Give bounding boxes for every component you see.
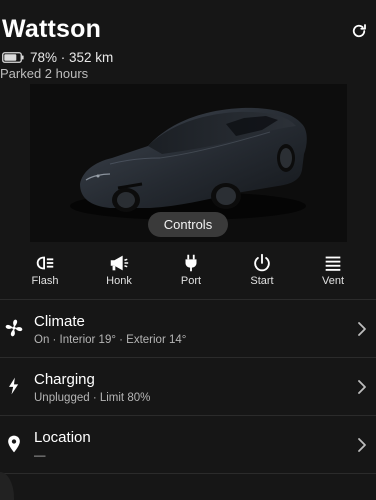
start-button[interactable]: Start (234, 248, 290, 296)
charge-plug-icon (185, 254, 197, 272)
lightning-icon (9, 377, 19, 395)
chevron-right-icon (358, 438, 366, 452)
charging-subtitle: Unplugged · Limit 80% (34, 392, 151, 404)
chevron-right-icon (358, 380, 366, 394)
charging-row[interactable]: Charging Unplugged · Limit 80% (0, 358, 376, 415)
corner-shadow (0, 472, 14, 500)
port-button[interactable]: Port (163, 248, 219, 296)
divider (0, 473, 376, 474)
flash-label: Flash (31, 275, 59, 287)
battery-text: 78% · 352 km (30, 49, 114, 65)
chevron-right-icon (358, 322, 366, 336)
vent-icon (325, 256, 341, 271)
header: Wattson 78% · 352 km Parked 2 hours (0, 0, 376, 84)
refresh-icon[interactable] (350, 22, 368, 40)
horn-icon (110, 255, 129, 271)
climate-row[interactable]: Climate On · Interior 19° · Exterior 14° (0, 300, 376, 357)
battery-icon (2, 51, 24, 63)
quick-actions: Flash Honk Port Start Vent (0, 248, 376, 298)
battery-status: 78% · 352 km (2, 48, 113, 66)
location-row[interactable]: Location — (0, 416, 376, 473)
honk-button[interactable]: Honk (91, 248, 147, 296)
location-title: Location (34, 429, 91, 446)
charging-title: Charging (34, 371, 95, 388)
location-pin-icon (8, 435, 20, 453)
fan-icon (5, 319, 23, 337)
headlight-icon (36, 256, 54, 270)
battery-fill (4, 53, 17, 61)
location-subtitle: — (34, 450, 46, 462)
honk-label: Honk (106, 275, 132, 287)
flash-button[interactable]: Flash (17, 248, 73, 296)
controls-button[interactable]: Controls (148, 212, 228, 237)
port-label: Port (180, 275, 202, 287)
vehicle-name: Wattson (2, 15, 102, 43)
start-label: Start (250, 275, 274, 287)
climate-title: Climate (34, 313, 85, 330)
vent-button[interactable]: Vent (305, 248, 361, 296)
climate-subtitle: On · Interior 19° · Exterior 14° (34, 334, 187, 346)
vent-label: Vent (321, 275, 345, 287)
parked-status: Parked 2 hours (0, 66, 89, 81)
power-icon (254, 253, 270, 272)
